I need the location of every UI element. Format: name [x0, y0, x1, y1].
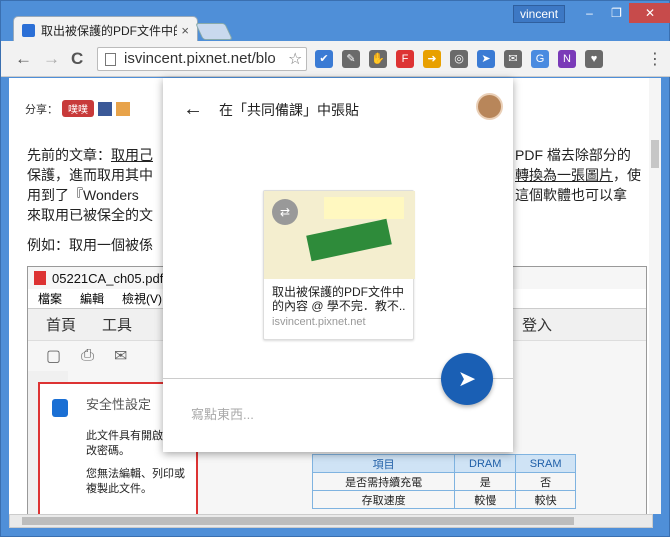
lock-icon [52, 399, 68, 417]
forward-button[interactable]: → [43, 49, 60, 69]
url-text: isvincent.pixnet.net/blo [124, 50, 276, 67]
table-row: 是否需持續充電 是 否 [311, 472, 576, 491]
profile-button[interactable]: vincent [513, 5, 566, 23]
thumb-text-block [324, 197, 404, 219]
browser-window: 取出被保護的PDF文件中的 × vincent – ❐ ✕ ← → C isvi… [0, 0, 670, 537]
mail-ext-icon[interactable]: ✉ [504, 50, 522, 68]
security-text: 您無法編輯、列印或複製此文件。 [86, 468, 185, 495]
pdf-table: 項目 DRAM SRAM 是否需持續充電 是 否 存取速度 較慢 較快 [311, 454, 576, 509]
flipboard-ext-icon[interactable]: F [396, 50, 414, 68]
browser-toolbar: ← → C isvincent.pixnet.net/blo ☆ ✔ ✎ ✋ F ➜ ◎ ➤… [1, 41, 670, 77]
dialog-back-icon[interactable]: ← [183, 98, 203, 121]
pdf-title: 05221CA_ch05.pdf ( [52, 270, 172, 286]
card-url: isvincent.pixnet.net [272, 316, 366, 328]
save-icon: ▢ [46, 348, 62, 365]
table-cell: 較快 [515, 490, 576, 509]
card-title: 取出被保護的PDF文件中 的內容 @ 學不完．教不.. [272, 285, 406, 313]
send-ext-icon[interactable]: ➤ [477, 50, 495, 68]
article-line-tail: 這個軟體也可以拿 [515, 187, 627, 203]
new-tab-button[interactable] [195, 23, 233, 40]
post-input[interactable]: 寫點東西... [191, 404, 254, 423]
article-line: 例如：取用一個被係 [27, 237, 153, 253]
print-icon: ⎙ [81, 347, 94, 364]
share-bar: 分享： 噗噗 [25, 100, 134, 117]
article-line: 用到了『Wonders [27, 187, 139, 203]
reload-button[interactable]: C [71, 49, 83, 69]
bulb-ext-icon[interactable]: ◎ [450, 50, 468, 68]
browser-tab[interactable]: 取出被保護的PDF文件中的 × [13, 16, 198, 43]
translate-ext-icon[interactable]: G [531, 50, 549, 68]
preview-thumbnail: ⇄ [264, 191, 415, 279]
article-line-tail: 轉換為一張圖片，使 [515, 167, 641, 183]
article-line-tail: PDF 檔去除部分的 [515, 147, 631, 163]
mail-icon: ✉ [113, 348, 128, 365]
pocket-ext-icon[interactable]: ♥ [585, 50, 603, 68]
chrome-menu-icon[interactable]: ⋮ [647, 49, 663, 69]
table-cell: 存取速度 [311, 490, 456, 509]
article-link[interactable]: 取用己 [111, 147, 153, 163]
page-icon [105, 53, 116, 66]
feather-ext-icon[interactable]: ✎ [342, 50, 360, 68]
share-dialog: ← 在「共同備課」中張貼 ⇄ 取出被保護的PDF文件中 的內容 @ 學不完．教不.… [163, 78, 513, 452]
plurk-share-button[interactable]: 噗噗 [62, 100, 94, 117]
onenote-ext-icon[interactable]: N [558, 50, 576, 68]
pdf-tools-tab: 工具 [102, 317, 133, 334]
pdf-home-tab: 首頁 [46, 317, 77, 334]
tab-close-icon[interactable]: × [181, 23, 189, 38]
send-button[interactable]: ➤ [441, 353, 493, 405]
checkbox-ext-icon[interactable]: ✔ [315, 50, 333, 68]
maximize-button[interactable]: ❐ [603, 3, 630, 23]
minimize-button[interactable]: – [576, 3, 603, 23]
blog-share-icon[interactable] [116, 101, 130, 116]
horizontal-scrollbar[interactable] [9, 514, 653, 528]
table-row: 存取速度 較慢 較快 [311, 490, 576, 509]
article-line: 先前的文章：取用己 [27, 147, 153, 163]
dialog-header: ← 在「共同備課」中張貼 [183, 98, 359, 121]
link-preview-card[interactable]: ⇄ 取出被保護的PDF文件中 的內容 @ 學不完．教不.. isvincent.p… [263, 190, 415, 340]
bookmark-star-icon[interactable]: ☆ [288, 49, 302, 69]
table-header: 項目 [311, 454, 456, 473]
avatar[interactable] [476, 93, 503, 120]
facebook-icon[interactable] [98, 101, 112, 116]
scroll-thumb[interactable] [651, 140, 659, 168]
table-header: SRAM [515, 454, 576, 473]
dialog-title: 在「共同備課」中張貼 [219, 101, 359, 118]
back-button[interactable]: ← [15, 49, 32, 69]
table-cell: 是 [454, 472, 517, 491]
hand-ext-icon[interactable]: ✋ [369, 50, 387, 68]
table-cell: 較慢 [454, 490, 517, 509]
article-line: 來取用已被保全的文 [27, 207, 153, 223]
pdf-menu-edit: 編輯 [80, 292, 105, 306]
share-label: 分享： [25, 103, 58, 116]
favicon-icon [22, 23, 35, 37]
pdf-icon [34, 271, 46, 285]
arrow-ext-icon[interactable]: ➜ [423, 50, 441, 68]
tab-title: 取出被保護的PDF文件中的 [41, 23, 178, 38]
share-circle-icon: ⇄ [272, 199, 298, 225]
table-cell: 否 [515, 472, 576, 491]
pdf-login: 登入 [522, 317, 553, 334]
article-link[interactable]: 轉換為一張圖片 [515, 167, 613, 183]
ram-image [306, 218, 392, 262]
close-window-button[interactable]: ✕ [629, 3, 670, 23]
hscroll-thumb[interactable] [22, 517, 574, 525]
pdf-menu-view: 檢視(V) [122, 292, 163, 306]
pdf-menu-file: 檔案 [38, 292, 63, 306]
table-header: DRAM [454, 454, 517, 473]
article-line: 保護，進而取用其中 [27, 167, 153, 183]
table-cell: 是否需持續充電 [311, 472, 456, 491]
vertical-scrollbar[interactable] [649, 78, 661, 514]
tab-strip: 取出被保護的PDF文件中的 × vincent – ❐ ✕ [1, 1, 670, 43]
address-bar[interactable]: isvincent.pixnet.net/blo [97, 47, 307, 71]
